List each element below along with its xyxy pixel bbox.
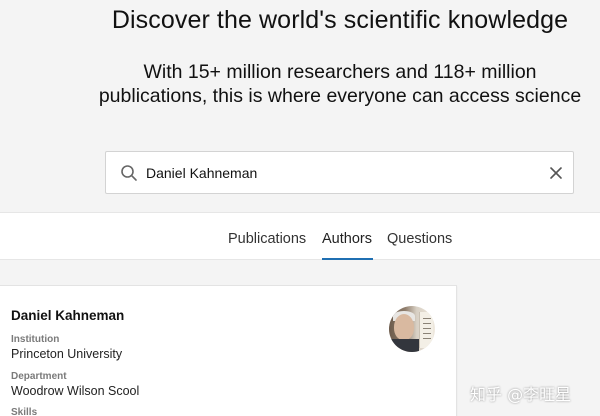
avatar-shirt xyxy=(389,339,419,352)
watermark: 知乎 @李旺星 xyxy=(470,385,572,404)
search-input[interactable] xyxy=(146,160,526,186)
author-avatar[interactable] xyxy=(389,306,435,352)
tab-questions[interactable]: Questions xyxy=(387,231,452,247)
search-icon xyxy=(121,165,137,181)
hero-subtitle-line-2: publications, this is where everyone can… xyxy=(98,85,582,107)
author-name[interactable]: Daniel Kahneman xyxy=(11,308,124,323)
department-value: Woodrow Wilson Scool xyxy=(11,384,140,398)
avatar-book xyxy=(419,312,433,348)
hero-subtitle-line-1: With 15+ million researchers and 118+ mi… xyxy=(143,61,537,83)
department-label: Department xyxy=(11,371,67,382)
hero-title: Discover the world's scientific knowledg… xyxy=(111,6,569,34)
tab-publications[interactable]: Publications xyxy=(228,231,306,247)
avatar-face xyxy=(394,314,414,340)
tab-authors[interactable]: Authors xyxy=(322,231,372,247)
hero-subtitle: With 15+ million researchers and 118+ mi… xyxy=(0,60,600,108)
hero-section: Discover the world's scientific knowledg… xyxy=(0,0,600,212)
institution-label: Institution xyxy=(11,334,60,345)
skills-label: Skills xyxy=(11,407,38,416)
tab-bar: Publications Authors Questions xyxy=(0,212,600,260)
close-icon[interactable] xyxy=(547,164,565,182)
institution-value[interactable]: Princeton University xyxy=(11,347,122,361)
active-tab-indicator xyxy=(322,258,373,260)
search-box[interactable] xyxy=(105,151,574,194)
author-result-card[interactable]: Daniel Kahneman Institution Princeton Un… xyxy=(0,285,457,416)
